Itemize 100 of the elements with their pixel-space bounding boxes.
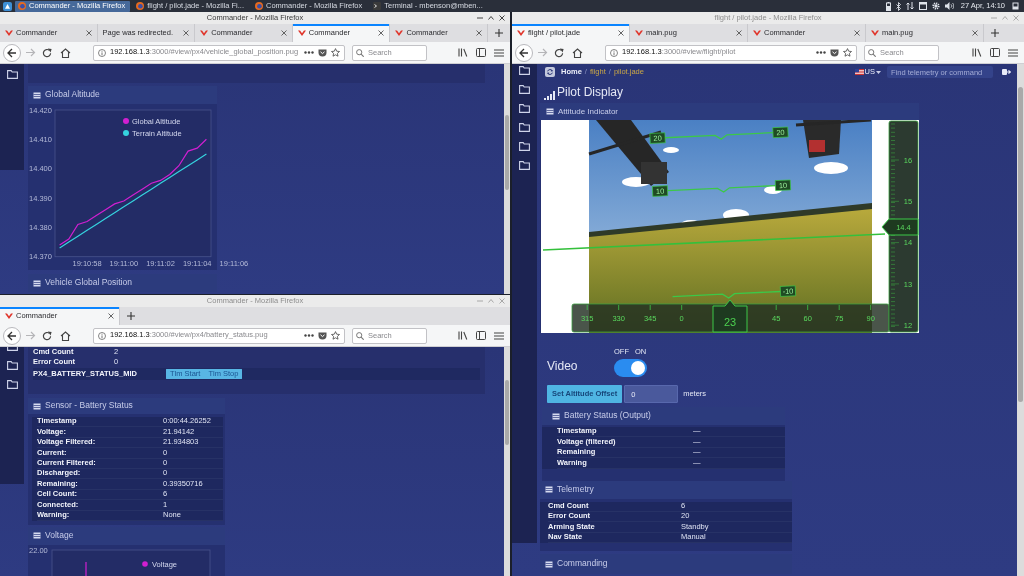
plus-icon[interactable] [127,312,135,320]
logout-icon[interactable] [1002,68,1011,76]
home-icon[interactable] [572,47,583,58]
info-icon[interactable] [610,48,618,57]
cloud [814,162,848,174]
folder-icon[interactable] [519,104,530,113]
gear-icon[interactable] [931,2,940,10]
sidebar-icon[interactable] [990,48,1000,57]
scrollbar[interactable] [1017,64,1024,576]
home-icon[interactable] [60,330,71,341]
search-icon [356,48,364,57]
close-icon[interactable] [618,30,624,36]
library-icon[interactable] [972,48,982,57]
folder-icon[interactable] [519,66,530,75]
voltage-line [85,561,87,576]
bluetooth-icon[interactable] [895,1,901,11]
video-toggle[interactable] [614,359,647,377]
folder-icon[interactable] [519,85,530,94]
plus-icon[interactable] [494,29,503,37]
close-icon[interactable] [108,313,114,319]
card-title: Voltage [45,531,74,541]
pocket-icon[interactable] [318,48,327,57]
back-button[interactable] [3,326,21,345]
speaker-icon[interactable] [944,2,954,10]
star-icon[interactable] [843,48,852,57]
table-icon [546,108,554,115]
close-icon[interactable] [854,30,860,36]
card-title: Vehicle Global Position [45,278,132,288]
info-icon[interactable] [98,48,106,57]
table-icon [33,279,41,287]
terminal-icon [373,2,382,10]
app-menu-icon[interactable] [3,1,12,11]
folder-icon[interactable] [6,70,18,79]
browser-icon [18,2,26,10]
folder-icon[interactable] [519,161,530,170]
more-icon[interactable] [816,51,826,54]
card-title: Global Altitude [45,90,100,100]
caret-icon [876,70,881,74]
info-icon[interactable] [98,331,106,340]
table-icon [545,486,553,494]
card-title: Telemetry [557,484,594,495]
sidebar-icon[interactable] [476,331,486,340]
pocket-icon[interactable] [318,331,327,340]
browser-icon [255,2,263,10]
video-label: Video [546,360,579,374]
home-icon[interactable] [60,47,71,58]
table-icon [33,91,41,99]
close-icon[interactable] [85,30,92,36]
screen-icon[interactable] [1012,2,1019,10]
pocket-icon[interactable] [830,48,839,57]
table-icon [33,532,41,540]
sidebar-icon[interactable] [476,48,486,57]
close-icon[interactable] [183,30,190,36]
card-title: Battery Status (Output) [564,411,651,421]
close-icon[interactable] [972,30,978,36]
flag-icon [854,69,864,75]
library-icon[interactable] [458,48,468,57]
close-icon[interactable] [499,15,505,21]
card-title: Commanding [557,559,608,569]
close-icon[interactable] [475,30,482,36]
search-icon [868,48,876,57]
library-icon[interactable] [458,331,468,340]
plus-icon[interactable] [991,29,999,37]
battery-icon[interactable] [885,1,891,11]
more-icon[interactable] [304,51,314,54]
star-icon[interactable] [331,48,340,57]
reload-icon[interactable] [554,47,564,58]
close-icon[interactable] [736,30,742,36]
scrollbar[interactable] [504,347,510,576]
folder-icon[interactable] [6,361,18,370]
reload-icon[interactable] [42,47,52,58]
table-icon [552,412,560,420]
close-icon[interactable] [378,30,385,36]
card-title: Sensor - Battery Status [45,401,133,411]
cloud [663,147,679,153]
window-icon[interactable] [918,2,927,10]
signal-icon [544,91,555,100]
folder-icon[interactable] [6,380,18,389]
page-title: Pilot Display [557,86,624,100]
scrollbar-thumb[interactable] [505,115,509,190]
close-icon[interactable] [280,30,287,36]
search-icon [356,331,364,340]
table-icon [33,402,41,410]
browser-icon [136,2,145,10]
table-icon [545,560,553,568]
back-button[interactable] [515,43,533,62]
star-icon[interactable] [331,331,340,340]
scrollbar[interactable] [504,64,510,294]
heading-readout: 23 [712,299,748,333]
reload-icon[interactable] [42,330,52,341]
sync-icon[interactable] [545,67,555,77]
folder-icon[interactable] [519,142,530,151]
back-button[interactable] [3,43,21,62]
scrollbar-thumb[interactable] [505,380,509,445]
network-icon[interactable] [905,2,914,10]
folder-icon[interactable] [519,123,530,132]
scrollbar-thumb[interactable] [1018,87,1023,402]
maximize-icon[interactable] [488,15,494,21]
card-title: Attitude Indicator [558,106,619,117]
more-icon[interactable] [304,334,314,337]
